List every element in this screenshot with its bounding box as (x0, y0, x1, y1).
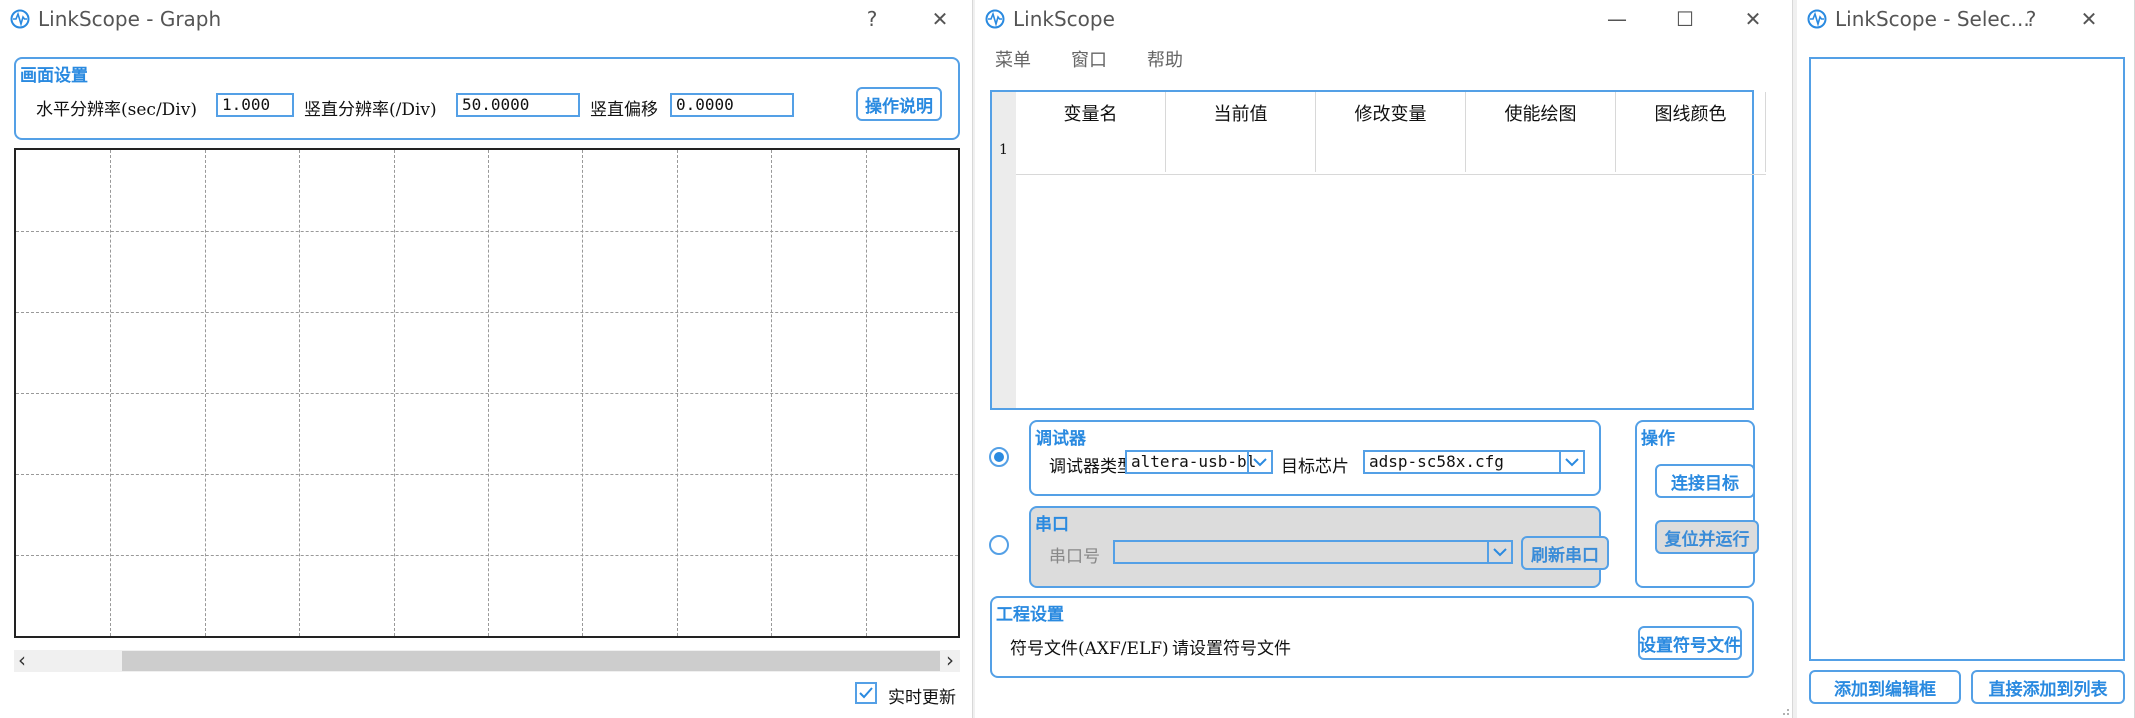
h-res-label: 水平分辨率(sec/Div) (36, 100, 197, 120)
column-header[interactable]: 当前值 (1166, 92, 1316, 172)
graph-window-title: LinkScope - Graph (38, 7, 222, 31)
column-header[interactable]: 修改变量 (1316, 92, 1466, 172)
scrollbar-thumb[interactable] (122, 651, 940, 671)
symbol-file-label: 符号文件(AXF/ELF) (1010, 639, 1169, 659)
close-icon[interactable]: ✕ (924, 6, 956, 32)
connect-target-button[interactable]: 连接目标 (1655, 464, 1755, 498)
debugger-type-value: altera-usb-bl (1131, 452, 1257, 471)
main-window: LinkScope — ☐ ✕ 菜单 窗口 帮助 1 变量名 当前值 修改变量 … (975, 0, 1793, 718)
target-chip-value: adsp-sc58x.cfg (1369, 452, 1504, 471)
graph-titlebar: LinkScope - Graph (0, 0, 972, 38)
close-icon[interactable]: ✕ (1737, 6, 1769, 32)
debugger-title: 调试器 (1035, 429, 1086, 449)
waveform-app-icon (1807, 9, 1827, 29)
add-to-editor-button[interactable]: 添加到编辑框 (1809, 670, 1961, 704)
table-header-row: 变量名 当前值 修改变量 使能绘图 图线颜色 (1016, 92, 1766, 175)
reset-run-button[interactable]: 复位并运行 (1655, 520, 1759, 554)
variable-table: 1 变量名 当前值 修改变量 使能绘图 图线颜色 (990, 90, 1766, 410)
project-settings-group: 工程设置 符号文件(AXF/ELF) 请设置符号文件 设置符号文件 (990, 596, 1754, 678)
v-offset-label: 竖直偏移 (590, 100, 658, 120)
operations-group: 操作 连接目标 复位并运行 (1635, 420, 1759, 588)
checkmark-icon (859, 687, 873, 699)
close-icon[interactable]: ✕ (2073, 6, 2105, 32)
screen-settings-group: 画面设置 水平分辨率(sec/Div) 1.000 竖直分辨率(/Div) 50… (14, 57, 960, 140)
graph-window: LinkScope - Graph ? ✕ 画面设置 水平分辨率(sec/Div… (0, 0, 973, 718)
menu-item-help[interactable]: 帮助 (1147, 46, 1183, 72)
waveform-app-icon (10, 9, 30, 29)
realtime-checkbox[interactable] (855, 682, 877, 704)
horizontal-scrollbar[interactable]: ‹ › (14, 648, 960, 672)
select-window-title: LinkScope - Selec... (1835, 7, 2030, 31)
instructions-button[interactable]: 操作说明 (856, 87, 942, 121)
select-window: LinkScope - Selec... ? ✕ 添加到编辑框 直接添加到列表 (1797, 0, 2135, 718)
debugger-type-select[interactable]: altera-usb-bl (1125, 450, 1273, 474)
grid-line (16, 393, 958, 394)
add-to-list-button[interactable]: 直接添加到列表 (1971, 670, 2125, 704)
serial-radio[interactable] (989, 535, 1009, 555)
grid-line (16, 231, 958, 232)
h-res-input[interactable]: 1.000 (216, 93, 294, 117)
plot-area[interactable] (14, 148, 960, 638)
grid-line (16, 474, 958, 475)
serial-title: 串口 (1035, 515, 1069, 535)
realtime-label: 实时更新 (888, 688, 956, 708)
target-chip-select[interactable]: adsp-sc58x.cfg (1363, 450, 1585, 474)
debugger-radio[interactable] (989, 447, 1009, 467)
project-settings-title: 工程设置 (996, 605, 1064, 625)
column-header[interactable]: 图线颜色 (1616, 92, 1766, 172)
chevron-down-icon[interactable] (1487, 542, 1511, 562)
row-number: 1 (999, 142, 1008, 158)
maximize-icon[interactable]: ☐ (1669, 6, 1701, 32)
serial-group: 串口 串口号 刷新串口 (1029, 506, 1609, 588)
radio-selected-dot (994, 452, 1004, 462)
main-window-title: LinkScope (1013, 7, 1115, 31)
serial-port-select[interactable] (1113, 540, 1513, 564)
screen-settings-title: 画面设置 (20, 66, 88, 86)
menu-item-menu[interactable]: 菜单 (995, 46, 1031, 72)
set-symbol-file-button[interactable]: 设置符号文件 (1638, 626, 1742, 660)
refresh-serial-button[interactable]: 刷新串口 (1521, 536, 1609, 570)
grid-line (16, 312, 958, 313)
variable-list[interactable] (1809, 57, 2125, 661)
scroll-right-icon[interactable]: › (946, 648, 954, 672)
resize-grip-icon[interactable] (1780, 706, 1790, 716)
grid-line (16, 555, 958, 556)
v-res-label: 竖直分辨率(/Div) (304, 100, 437, 120)
v-offset-input[interactable]: 0.0000 (670, 93, 794, 117)
serial-port-label: 串口号 (1049, 547, 1100, 567)
help-button[interactable]: ? (856, 6, 888, 32)
debugger-group: 调试器 调试器类型 altera-usb-bl 目标芯片 adsp-sc58x.… (1029, 420, 1601, 496)
chevron-down-icon[interactable] (1559, 452, 1583, 472)
debugger-type-label: 调试器类型 (1049, 457, 1134, 477)
help-button[interactable]: ? (2015, 6, 2047, 32)
scroll-left-icon[interactable]: ‹ (18, 648, 26, 672)
v-res-input[interactable]: 50.0000 (456, 93, 580, 117)
menu-item-window[interactable]: 窗口 (1071, 46, 1107, 72)
waveform-app-icon (985, 9, 1005, 29)
row-header-column (992, 92, 1016, 408)
minimize-icon[interactable]: — (1601, 6, 1633, 32)
operations-title: 操作 (1641, 429, 1675, 449)
column-header[interactable]: 使能绘图 (1466, 92, 1616, 172)
column-header[interactable]: 变量名 (1016, 92, 1166, 172)
symbol-file-status: 请设置符号文件 (1172, 639, 1291, 659)
target-chip-label: 目标芯片 (1281, 457, 1349, 477)
chevron-down-icon[interactable] (1247, 452, 1271, 472)
